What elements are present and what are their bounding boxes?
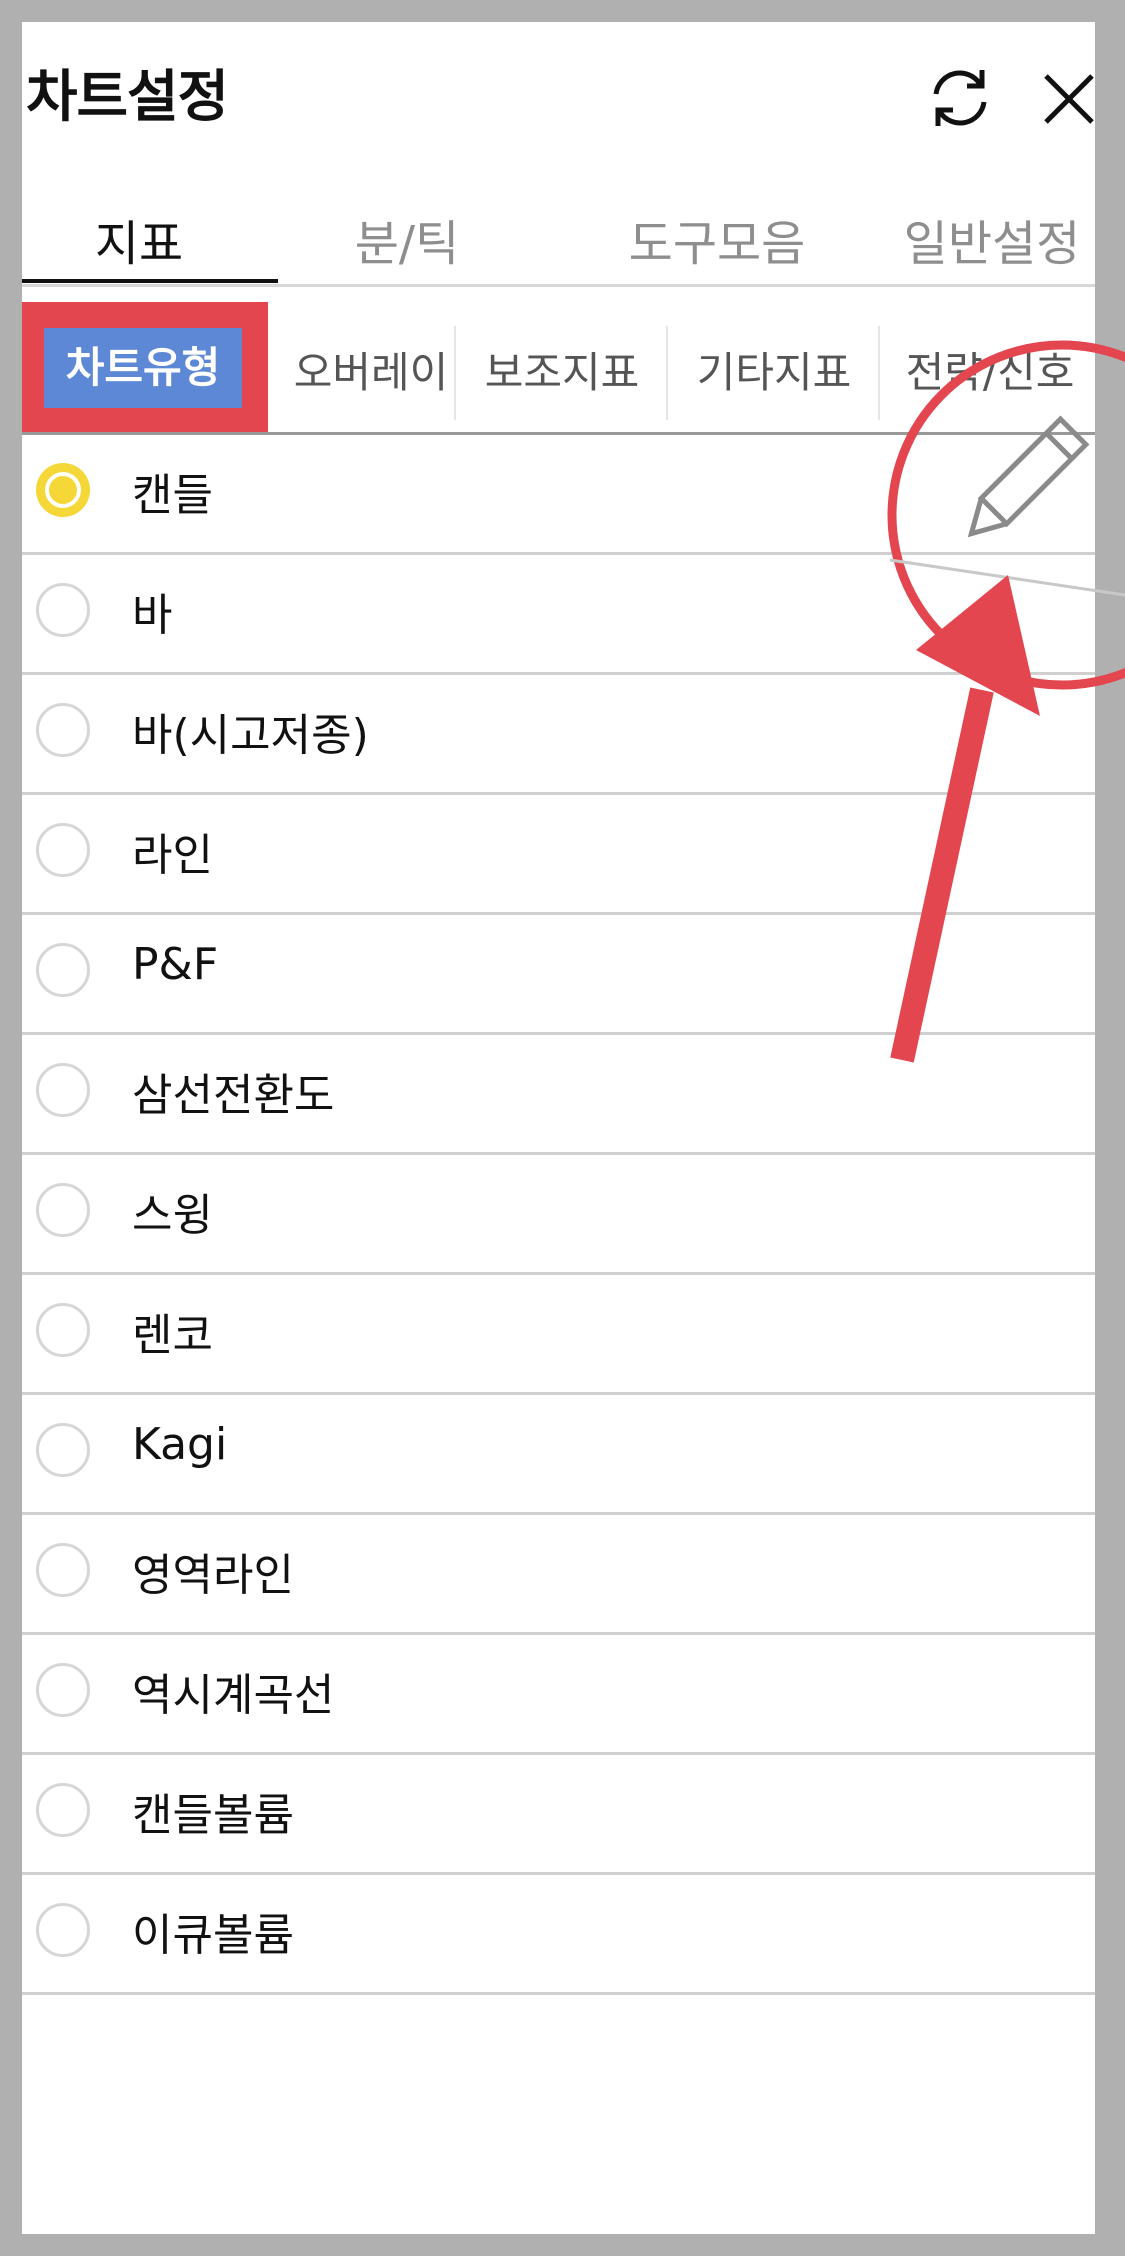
list-item-label: 바 [132,590,173,641]
radio-button[interactable] [36,1783,90,1837]
radio-button[interactable] [36,1303,90,1357]
radio-button[interactable] [36,463,90,517]
radio-button[interactable] [36,823,90,877]
list-item[interactable]: 역시계곡선 [22,1635,1095,1755]
list-item-label: 캔들 [132,470,213,521]
tab-toolbox[interactable]: 도구모음 [562,204,872,274]
list-item-label: 삼선전환도 [132,1070,335,1121]
list-item[interactable]: 삼선전환도 [22,1035,1095,1155]
chart-type-list: 캔들 바 바(시고저종) 라인 P&F 삼선전환도 스윙 렌코 Kagi 영역라… [22,435,1095,1995]
radio-button[interactable] [36,1663,90,1717]
list-item-label: 스윙 [132,1190,213,1241]
radio-button[interactable] [36,703,90,757]
list-item[interactable]: 캔들볼륨 [22,1755,1095,1875]
list-item[interactable]: 바 [22,555,1095,675]
list-item[interactable]: 스윙 [22,1155,1095,1275]
list-item[interactable]: 바(시고저종) [22,675,1095,795]
list-item-label: 역시계곡선 [132,1670,335,1721]
list-item[interactable]: 캔들 [22,435,1095,555]
chart-settings-panel: 차트설정 지표 분/틱 도구모음 일반설정 차트유형 오버레이 보조지표 기타지… [22,22,1095,2234]
list-item-label: 캔들볼륨 [132,1790,294,1841]
tab-indicator[interactable]: 지표 [22,204,256,274]
list-item-label: 렌코 [132,1310,213,1361]
active-tab-underline [22,279,278,283]
refresh-icon[interactable] [922,60,998,136]
main-tabs: 지표 분/틱 도구모음 일반설정 [22,174,1095,287]
radio-button[interactable] [36,1423,90,1477]
radio-button[interactable] [36,1063,90,1117]
list-item-label: Kagi [132,1419,228,1470]
subtab-strategy-signal[interactable]: 전략/신호 [878,326,1095,420]
list-item[interactable]: Kagi [22,1395,1095,1515]
sub-tabs: 차트유형 오버레이 보조지표 기타지표 전략/신호 [22,302,1095,432]
subtab-auxiliary-indicator[interactable]: 보조지표 [454,326,668,420]
list-item-label: P&F [132,939,219,990]
list-item-label: 라인 [132,830,213,881]
list-item[interactable]: 이큐볼륨 [22,1875,1095,1995]
list-item-label: 이큐볼륨 [132,1910,294,1961]
radio-button[interactable] [36,1543,90,1597]
radio-button[interactable] [36,1903,90,1957]
subtab-overlay[interactable]: 오버레이 [268,326,474,420]
list-item[interactable]: P&F [22,915,1095,1035]
list-item[interactable]: 영역라인 [22,1515,1095,1635]
list-item-label: 바(시고저종) [132,710,369,761]
list-item[interactable]: 렌코 [22,1275,1095,1395]
list-item-label: 영역라인 [132,1550,294,1601]
subtab-chart-type[interactable]: 차트유형 [44,328,242,408]
radio-button[interactable] [36,583,90,637]
radio-button[interactable] [36,1183,90,1237]
tab-general-settings[interactable]: 일반설정 [842,204,1095,274]
radio-button[interactable] [36,943,90,997]
list-item[interactable]: 라인 [22,795,1095,915]
tab-period-tick[interactable]: 분/틱 [290,204,524,274]
subtab-other-indicator[interactable]: 기타지표 [666,326,880,420]
page-title: 차트설정 [26,65,229,130]
close-icon[interactable] [1034,64,1095,134]
